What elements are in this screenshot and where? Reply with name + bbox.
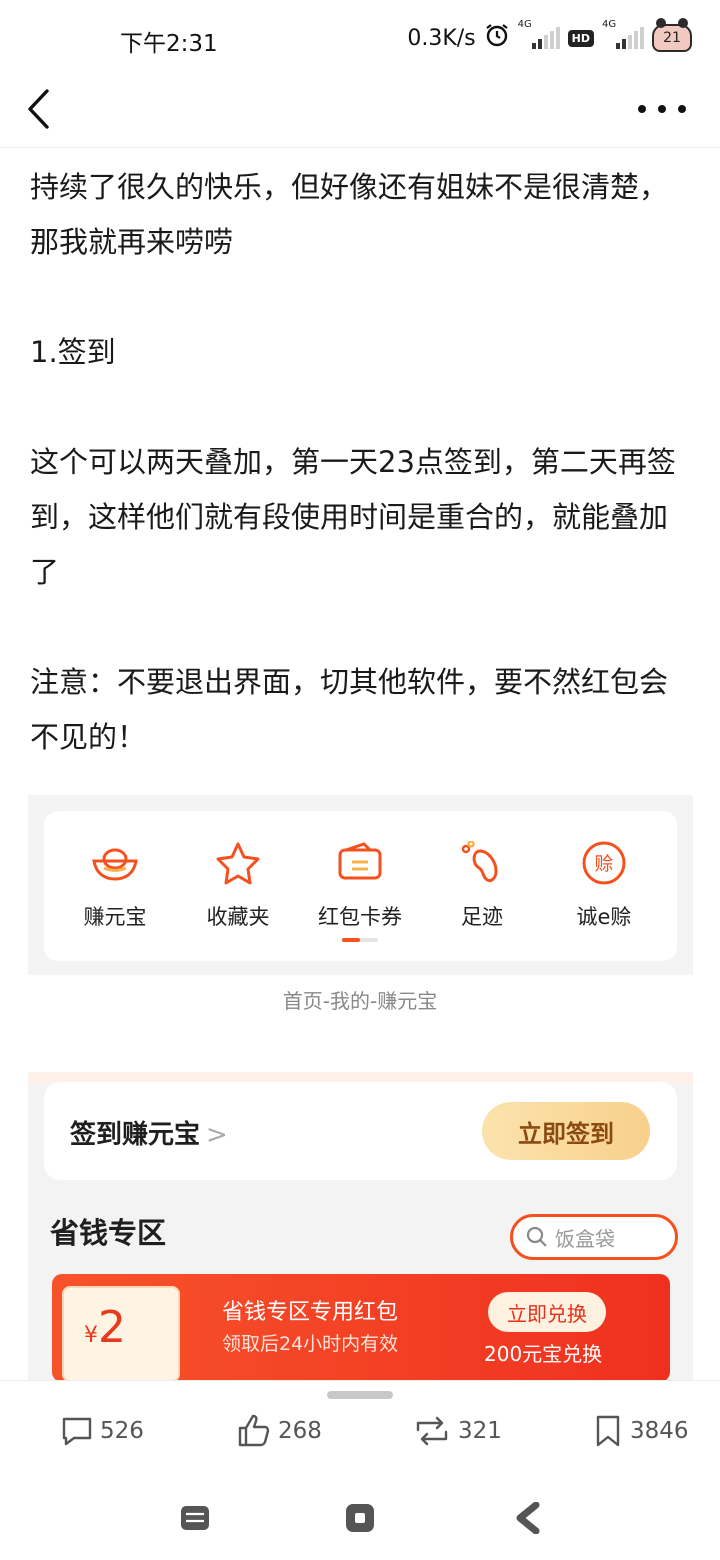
more-options-button[interactable] — [638, 94, 686, 124]
chevron-right-icon: > — [206, 1120, 228, 1150]
coupon-stub: ¥2 — [62, 1286, 180, 1382]
article-paragraph: 注意：不要退出界面，切其他软件，要不然红包会不见的！ — [30, 665, 669, 754]
action-bar: 526 268 321 3846 — [0, 1380, 720, 1476]
signal-icon: 4G — [518, 19, 560, 49]
menu-item-label: 诚e赊 — [576, 905, 632, 929]
menu-item-label: 赚元宝 — [83, 905, 147, 929]
dot-icon — [638, 105, 646, 113]
embedded-image-checkin[interactable]: 签到赚元宝 > 立即签到 省钱专区 饭盒袋 ¥2 省钱专区专用红包 领取后24小时… — [28, 1072, 693, 1382]
article-body: 持续了很久的快乐，但好像还有姐妹不是很清楚，那我就再来唠唠 1.签到 这个可以两… — [30, 160, 695, 765]
chevron-left-icon — [28, 89, 49, 129]
coupon-name: 省钱专区专用红包 — [222, 1300, 399, 1325]
thumbs-up-icon — [238, 1414, 270, 1447]
dot-icon — [678, 105, 686, 113]
home-icon — [346, 1504, 374, 1532]
repost-icon — [416, 1416, 448, 1446]
credit-icon-char: 赊 — [594, 853, 613, 875]
comment-icon — [62, 1417, 92, 1446]
zone-search: 饭盒袋 — [510, 1214, 678, 1260]
top-nav — [0, 78, 720, 148]
status-bar: 下午2:31 0.3K/s 4G HD 4G 21 — [0, 0, 720, 78]
checkin-card: 签到赚元宝 > 立即签到 — [44, 1082, 677, 1180]
comment-button[interactable]: 526 — [60, 1411, 144, 1451]
hd-icon: HD — [567, 29, 594, 47]
gold-ingot-icon — [87, 839, 143, 887]
repost-count: 321 — [458, 1418, 502, 1444]
menu-button[interactable] — [175, 1498, 215, 1538]
page-indicator — [342, 938, 378, 942]
coupon-card: ¥2 省钱专区专用红包 领取后24小时内有效 立即兑换 200元宝兑换 — [52, 1274, 670, 1382]
article-paragraph: 这个可以两天叠加，第一天23点签到，第二天再签到，这样他们就有段使用时间是重合的… — [30, 445, 676, 589]
bookmark-button[interactable]: 3846 — [592, 1411, 689, 1451]
like-count: 268 — [278, 1418, 322, 1444]
menu-item-coupons: 红包卡券 — [305, 839, 415, 931]
menu-item-label: 收藏夹 — [206, 905, 270, 929]
article-paragraph: 1.签到 — [30, 335, 116, 369]
back-nav-button[interactable] — [508, 1498, 548, 1538]
checkin-title: 签到赚元宝 > — [70, 1120, 228, 1150]
star-icon — [210, 839, 266, 887]
menu-icon — [181, 1506, 209, 1530]
repost-button[interactable]: 321 — [412, 1411, 502, 1451]
status-time: 下午2:31 — [120, 31, 218, 57]
menu-item-footprints: 足迹 — [427, 839, 537, 931]
zone-title: 省钱专区 — [50, 1216, 167, 1250]
drag-handle[interactable] — [327, 1391, 393, 1399]
article-paragraph: 持续了很久的快乐，但好像还有姐妹不是很清楚，那我就再来唠唠 — [30, 170, 669, 259]
menu-item-credit: 赊 诚e赊 — [549, 839, 659, 931]
search-icon — [526, 1226, 547, 1247]
coupon-amount: ¥2 — [84, 1302, 126, 1353]
footprint-icon — [454, 839, 510, 887]
search-placeholder: 饭盒袋 — [555, 1226, 615, 1251]
like-button[interactable]: 268 — [236, 1411, 322, 1451]
coupon-cost: 200元宝兑换 — [484, 1342, 603, 1366]
checkin-button: 立即签到 — [482, 1102, 650, 1160]
signal-icon-2: 4G — [602, 19, 644, 49]
home-button[interactable] — [340, 1498, 380, 1538]
menu-item-earn-ingot: 赚元宝 — [60, 839, 170, 931]
dot-icon — [658, 105, 666, 113]
menu-item-label: 足迹 — [461, 905, 503, 929]
menu-item-label: 红包卡券 — [318, 905, 402, 929]
bookmark-count: 3846 — [630, 1418, 689, 1444]
coupon-icon — [332, 839, 388, 887]
battery-icon: 21 — [652, 18, 692, 52]
menu-card: 赚元宝 收藏夹 红包卡券 足迹 赊 诚e赊 — [44, 811, 677, 961]
image-caption: 首页-我的-赚元宝 — [282, 989, 438, 1013]
comment-count: 526 — [100, 1418, 144, 1444]
credit-icon: 赊 — [576, 839, 632, 887]
redeem-button: 立即兑换 — [488, 1292, 606, 1332]
coupon-desc: 领取后24小时内有效 — [222, 1333, 399, 1355]
net-speed: 0.3K/s — [407, 25, 476, 51]
system-nav-bar — [0, 1476, 720, 1560]
embedded-image-menu[interactable]: 赚元宝 收藏夹 红包卡券 足迹 赊 诚e赊 — [28, 795, 693, 975]
status-icons: 0.3K/s 4G HD 4G 21 — [407, 18, 692, 58]
menu-item-favorites: 收藏夹 — [183, 839, 293, 931]
back-triangle-icon — [516, 1502, 540, 1534]
bookmark-icon — [596, 1415, 620, 1447]
back-button[interactable] — [18, 84, 58, 134]
alarm-icon — [484, 22, 510, 54]
